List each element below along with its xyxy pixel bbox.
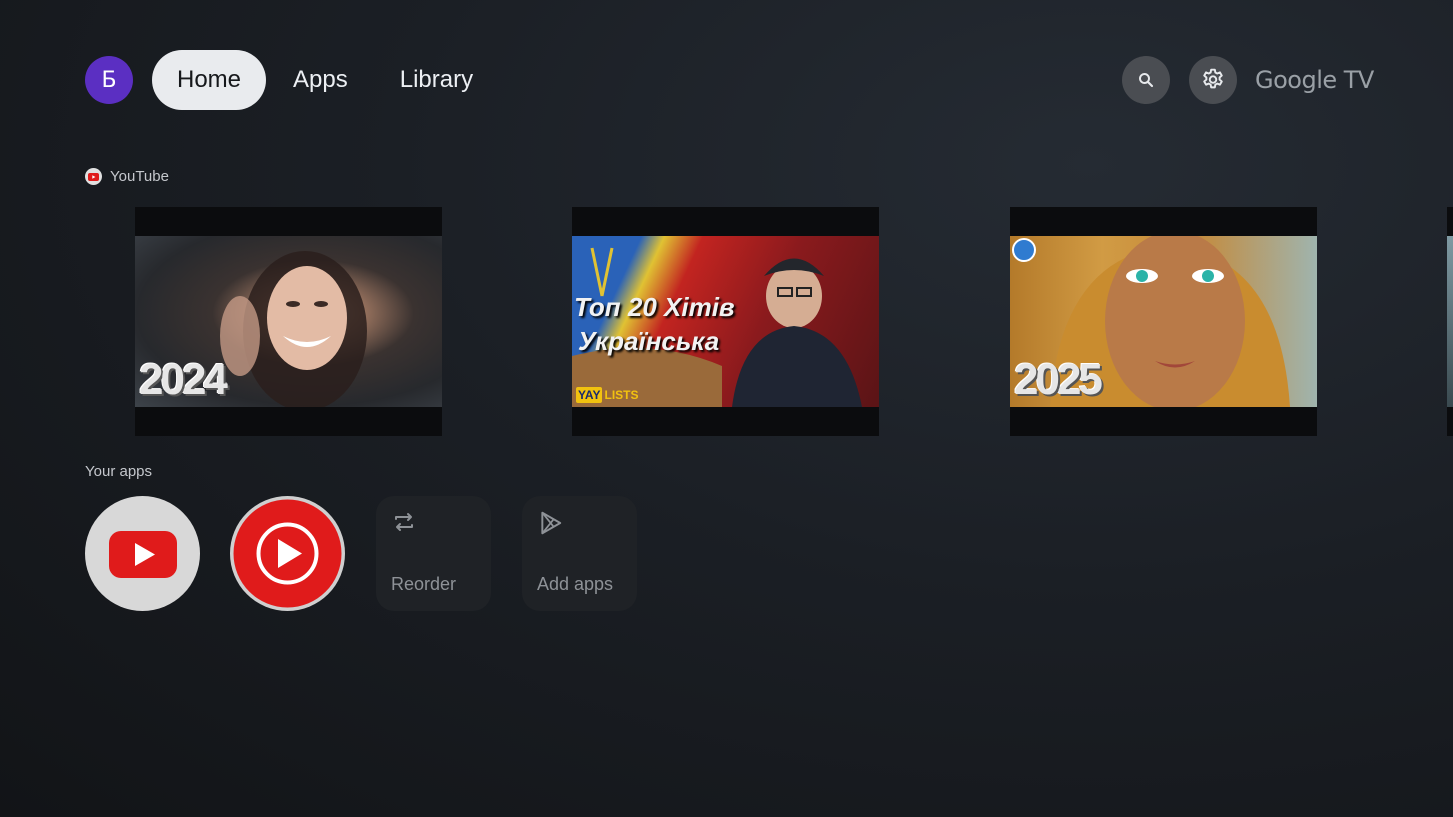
tab-home[interactable]: Home: [152, 50, 267, 110]
video-thumbnail: 2025: [1010, 236, 1317, 407]
search-icon: [1139, 73, 1154, 88]
video-card[interactable]: Топ 20 Хітів Українська YAY LISTS: [572, 207, 879, 436]
video-card[interactable]: 2024: [135, 207, 442, 436]
section-title: Your apps: [85, 463, 153, 480]
play-store-icon: [541, 511, 562, 535]
tab-library[interactable]: Library: [375, 50, 498, 110]
section-title: YouTube: [110, 168, 169, 185]
your-apps-label: Your apps: [85, 463, 152, 480]
reorder-label: Reorder: [391, 574, 457, 594]
thumbnail-title: Топ 20 Хітів Українська: [574, 292, 735, 356]
thumbnail-text: 2025: [1014, 355, 1103, 404]
search-button[interactable]: [1122, 56, 1170, 104]
youtube-icon: [85, 168, 102, 185]
youtube-row-label: YouTube: [85, 168, 169, 185]
video-card[interactable]: 2025: [1010, 207, 1317, 436]
app-youtube[interactable]: [85, 496, 200, 611]
top-nav: Home Apps Library: [152, 50, 498, 110]
youtube-music-icon: [233, 499, 342, 608]
thumbnail-text: 2024: [139, 355, 228, 404]
reorder-icon: [395, 513, 413, 531]
video-thumbnail: 2024: [135, 236, 442, 407]
profile-avatar[interactable]: Б: [85, 56, 133, 104]
add-apps-button[interactable]: Add apps: [522, 496, 637, 611]
reorder-button[interactable]: Reorder: [376, 496, 491, 611]
tab-apps[interactable]: Apps: [268, 50, 373, 110]
gear-icon: [1203, 68, 1223, 89]
channel-logo: YAY LISTS: [576, 387, 639, 403]
video-thumbnail: Топ 20 Хітів Українська YAY LISTS: [572, 236, 879, 407]
youtube-icon: [109, 531, 177, 578]
app-youtube-music[interactable]: [230, 496, 345, 611]
settings-button[interactable]: [1189, 56, 1237, 104]
add-apps-label: Add apps: [537, 574, 614, 594]
google-tv-logo: Google TV: [1255, 66, 1374, 94]
video-card-peek[interactable]: [1447, 207, 1453, 436]
